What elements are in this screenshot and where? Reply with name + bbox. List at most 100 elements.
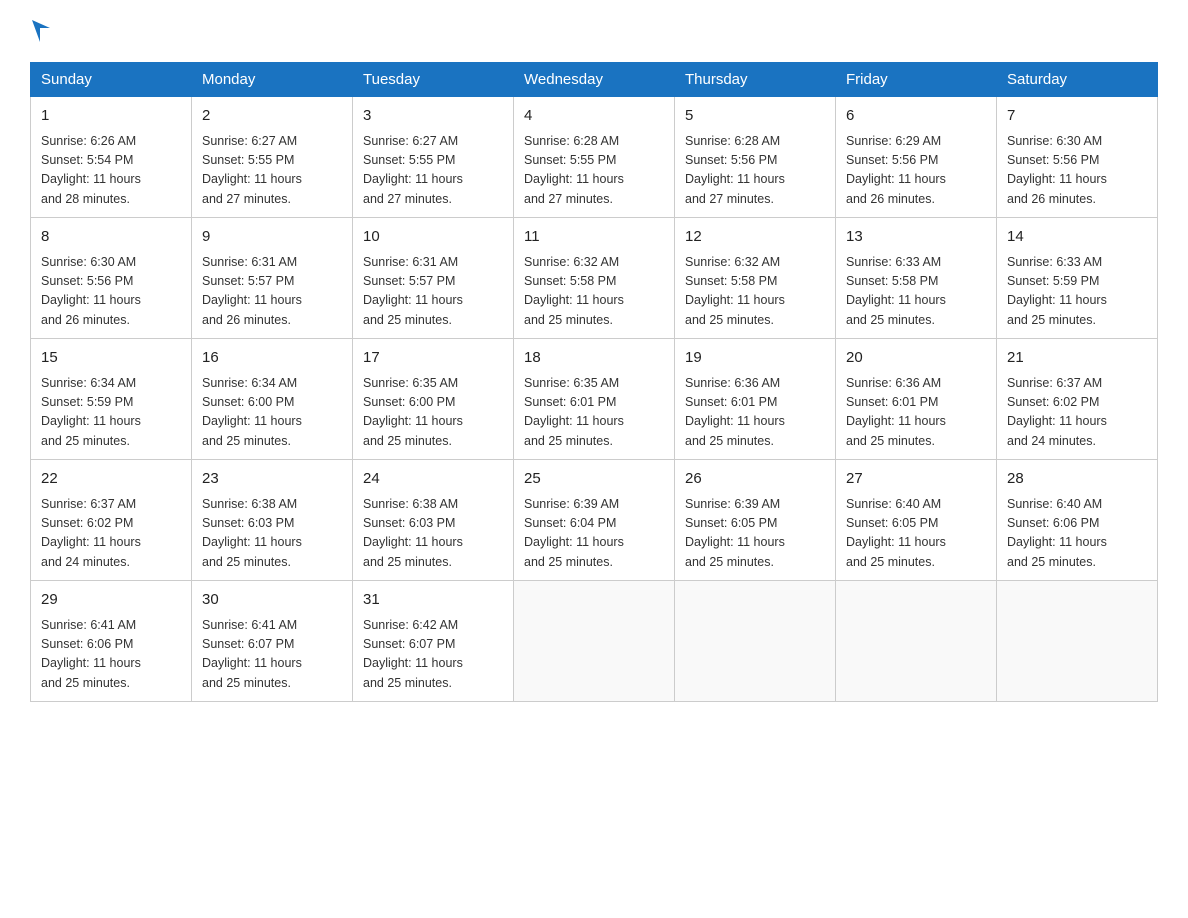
calendar-day-header: Thursday (675, 63, 836, 97)
calendar-cell: 5Sunrise: 6:28 AMSunset: 5:56 PMDaylight… (675, 97, 836, 218)
day-number: 10 (363, 226, 503, 249)
day-number: 20 (846, 347, 986, 370)
day-info: Sunrise: 6:27 AMSunset: 5:55 PMDaylight:… (202, 132, 342, 210)
day-info: Sunrise: 6:27 AMSunset: 5:55 PMDaylight:… (363, 132, 503, 210)
calendar-cell: 24Sunrise: 6:38 AMSunset: 6:03 PMDayligh… (353, 460, 514, 581)
day-info: Sunrise: 6:41 AMSunset: 6:06 PMDaylight:… (41, 616, 181, 694)
day-number: 30 (202, 589, 342, 612)
day-info: Sunrise: 6:36 AMSunset: 6:01 PMDaylight:… (846, 374, 986, 452)
day-info: Sunrise: 6:35 AMSunset: 6:00 PMDaylight:… (363, 374, 503, 452)
calendar-cell: 18 Sunrise: 6:35 AMSunset: 6:01 PMDayligh… (514, 339, 675, 460)
day-info: Sunrise: 6:26 AMSunset: 5:54 PMDaylight:… (41, 132, 181, 210)
day-info: Sunrise: 6:39 AMSunset: 6:05 PMDaylight:… (685, 495, 825, 573)
day-number: 13 (846, 226, 986, 249)
day-info: Sunrise: 6:28 AMSunset: 5:55 PMDaylight:… (524, 132, 664, 210)
calendar-week-row: 15 Sunrise: 6:34 AMSunset: 5:59 PMDayligh… (31, 339, 1158, 460)
day-info: Sunrise: 6:40 AMSunset: 6:05 PMDaylight:… (846, 495, 986, 573)
day-number: 18 (524, 347, 664, 370)
day-number: 8 (41, 226, 181, 249)
day-info: Sunrise: 6:34 AMSunset: 6:00 PMDaylight:… (202, 374, 342, 452)
day-number: 7 (1007, 105, 1147, 128)
day-number: 9 (202, 226, 342, 249)
calendar-cell: 11 Sunrise: 6:32 AMSunset: 5:58 PMDayligh… (514, 218, 675, 339)
calendar-week-row: 1 Sunrise: 6:26 AMSunset: 5:54 PMDaylight… (31, 97, 1158, 218)
day-info: Sunrise: 6:38 AMSunset: 6:03 PMDaylight:… (202, 495, 342, 573)
day-info: Sunrise: 6:35 AMSunset: 6:01 PMDaylight:… (524, 374, 664, 452)
day-number: 25 (524, 468, 664, 491)
calendar-day-header: Wednesday (514, 63, 675, 97)
calendar-table: SundayMondayTuesdayWednesdayThursdayFrid… (30, 62, 1158, 702)
calendar-day-header: Saturday (997, 63, 1158, 97)
day-number: 21 (1007, 347, 1147, 370)
calendar-cell: 10 Sunrise: 6:31 AMSunset: 5:57 PMDayligh… (353, 218, 514, 339)
day-number: 6 (846, 105, 986, 128)
day-number: 31 (363, 589, 503, 612)
calendar-cell: 22 Sunrise: 6:37 AMSunset: 6:02 PMDayligh… (31, 460, 192, 581)
day-number: 11 (524, 226, 664, 249)
calendar-day-header: Tuesday (353, 63, 514, 97)
calendar-week-row: 22 Sunrise: 6:37 AMSunset: 6:02 PMDayligh… (31, 460, 1158, 581)
logo (30, 20, 54, 42)
day-info: Sunrise: 6:38 AMSunset: 6:03 PMDaylight:… (363, 495, 503, 573)
calendar-cell: 25Sunrise: 6:39 AMSunset: 6:04 PMDayligh… (514, 460, 675, 581)
day-number: 12 (685, 226, 825, 249)
day-number: 28 (1007, 468, 1147, 491)
calendar-cell: 13Sunrise: 6:33 AMSunset: 5:58 PMDayligh… (836, 218, 997, 339)
calendar-week-row: 8 Sunrise: 6:30 AMSunset: 5:56 PMDaylight… (31, 218, 1158, 339)
day-number: 26 (685, 468, 825, 491)
calendar-cell: 29 Sunrise: 6:41 AMSunset: 6:06 PMDayligh… (31, 581, 192, 702)
calendar-cell: 17Sunrise: 6:35 AMSunset: 6:00 PMDayligh… (353, 339, 514, 460)
calendar-cell (997, 581, 1158, 702)
day-number: 2 (202, 105, 342, 128)
day-info: Sunrise: 6:32 AMSunset: 5:58 PMDaylight:… (685, 253, 825, 331)
calendar-cell: 15 Sunrise: 6:34 AMSunset: 5:59 PMDayligh… (31, 339, 192, 460)
calendar-cell: 19 Sunrise: 6:36 AMSunset: 6:01 PMDayligh… (675, 339, 836, 460)
day-number: 22 (41, 468, 181, 491)
day-number: 3 (363, 105, 503, 128)
calendar-cell: 9 Sunrise: 6:31 AMSunset: 5:57 PMDaylight… (192, 218, 353, 339)
day-info: Sunrise: 6:37 AMSunset: 6:02 PMDaylight:… (1007, 374, 1147, 452)
calendar-cell: 14Sunrise: 6:33 AMSunset: 5:59 PMDayligh… (997, 218, 1158, 339)
day-info: Sunrise: 6:41 AMSunset: 6:07 PMDaylight:… (202, 616, 342, 694)
calendar-cell: 7 Sunrise: 6:30 AMSunset: 5:56 PMDaylight… (997, 97, 1158, 218)
calendar-cell: 8 Sunrise: 6:30 AMSunset: 5:56 PMDaylight… (31, 218, 192, 339)
page-header (30, 20, 1158, 42)
day-number: 23 (202, 468, 342, 491)
calendar-cell (514, 581, 675, 702)
calendar-cell: 12 Sunrise: 6:32 AMSunset: 5:58 PMDayligh… (675, 218, 836, 339)
calendar-cell (836, 581, 997, 702)
calendar-cell: 21 Sunrise: 6:37 AMSunset: 6:02 PMDayligh… (997, 339, 1158, 460)
calendar-week-row: 29 Sunrise: 6:41 AMSunset: 6:06 PMDayligh… (31, 581, 1158, 702)
day-info: Sunrise: 6:31 AMSunset: 5:57 PMDaylight:… (363, 253, 503, 331)
calendar-cell: 20 Sunrise: 6:36 AMSunset: 6:01 PMDayligh… (836, 339, 997, 460)
day-number: 4 (524, 105, 664, 128)
day-number: 14 (1007, 226, 1147, 249)
day-number: 16 (202, 347, 342, 370)
day-number: 29 (41, 589, 181, 612)
calendar-cell: 28 Sunrise: 6:40 AMSunset: 6:06 PMDayligh… (997, 460, 1158, 581)
day-info: Sunrise: 6:36 AMSunset: 6:01 PMDaylight:… (685, 374, 825, 452)
day-info: Sunrise: 6:34 AMSunset: 5:59 PMDaylight:… (41, 374, 181, 452)
calendar-cell: 2 Sunrise: 6:27 AMSunset: 5:55 PMDaylight… (192, 97, 353, 218)
day-number: 19 (685, 347, 825, 370)
calendar-cell: 6Sunrise: 6:29 AMSunset: 5:56 PMDaylight… (836, 97, 997, 218)
day-info: Sunrise: 6:32 AMSunset: 5:58 PMDaylight:… (524, 253, 664, 331)
day-number: 27 (846, 468, 986, 491)
calendar-header-row: SundayMondayTuesdayWednesdayThursdayFrid… (31, 63, 1158, 97)
day-number: 1 (41, 105, 181, 128)
day-info: Sunrise: 6:30 AMSunset: 5:56 PMDaylight:… (1007, 132, 1147, 210)
day-info: Sunrise: 6:31 AMSunset: 5:57 PMDaylight:… (202, 253, 342, 331)
calendar-cell: 1 Sunrise: 6:26 AMSunset: 5:54 PMDaylight… (31, 97, 192, 218)
logo-icon (32, 20, 54, 42)
calendar-cell: 27 Sunrise: 6:40 AMSunset: 6:05 PMDayligh… (836, 460, 997, 581)
day-info: Sunrise: 6:42 AMSunset: 6:07 PMDaylight:… (363, 616, 503, 694)
calendar-cell: 31 Sunrise: 6:42 AMSunset: 6:07 PMDayligh… (353, 581, 514, 702)
day-info: Sunrise: 6:30 AMSunset: 5:56 PMDaylight:… (41, 253, 181, 331)
calendar-cell: 26 Sunrise: 6:39 AMSunset: 6:05 PMDayligh… (675, 460, 836, 581)
day-info: Sunrise: 6:37 AMSunset: 6:02 PMDaylight:… (41, 495, 181, 573)
calendar-cell: 30 Sunrise: 6:41 AMSunset: 6:07 PMDayligh… (192, 581, 353, 702)
calendar-cell (675, 581, 836, 702)
calendar-day-header: Friday (836, 63, 997, 97)
day-number: 15 (41, 347, 181, 370)
day-info: Sunrise: 6:40 AMSunset: 6:06 PMDaylight:… (1007, 495, 1147, 573)
